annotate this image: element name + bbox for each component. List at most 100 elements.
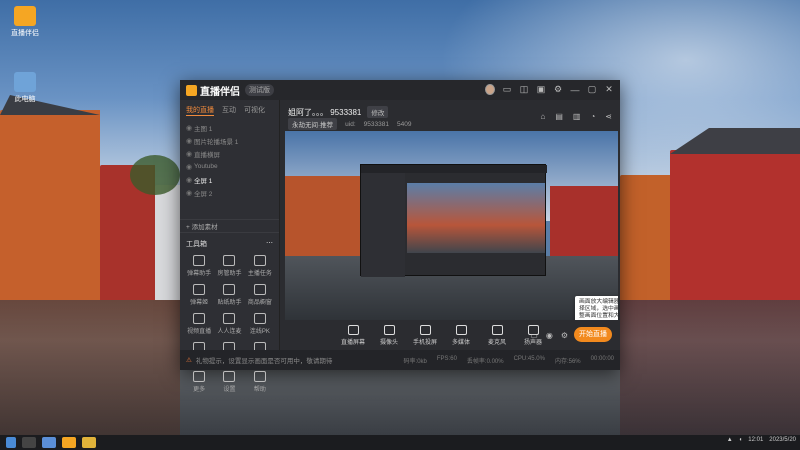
scene-item[interactable]: ◉ 全屏 2 [180, 186, 279, 199]
settings-icon[interactable]: ⚙ [553, 84, 563, 95]
eye-icon[interactable]: ◉ [186, 189, 194, 197]
room-uid-label: uid: [345, 120, 356, 128]
tool-item[interactable]: 更多 [184, 371, 214, 393]
tool-label: 人人连麦 [217, 329, 242, 335]
add-source-button[interactable]: + 添加素材 [180, 219, 279, 233]
live-preview[interactable]: 画面放大编辑器，可使用放大工具进行放大选择区域，选中画面区域后可点击编辑，可以调… [285, 131, 618, 320]
tool-item[interactable]: 商品橱窗 [245, 284, 275, 306]
tooltip: 画面放大编辑器，可使用放大工具进行放大选择区域，选中画面区域后可点击编辑，可以调… [575, 296, 618, 320]
stat-item: 00:00:00 [590, 356, 614, 362]
tool-label: 设置 [223, 387, 236, 393]
desktop-icon-label: 此电脑 [14, 96, 36, 103]
taskbar: ▲ ◖ 12:01 2023/5/20 [0, 435, 800, 450]
titlebar-controls: ▭ ◫ ▣ ⚙ — ▢ ✕ [485, 84, 614, 95]
tab-interaction[interactable]: 互动 [222, 105, 236, 116]
eye-icon[interactable]: ◉ [186, 124, 194, 132]
tool-item[interactable]: 弹幕助手 [184, 255, 214, 277]
date[interactable]: 2023/5/20 [769, 437, 796, 443]
tools-title: 工具箱 [186, 241, 207, 248]
house-left-1 [0, 110, 100, 300]
tool-item[interactable]: 主播任务 [245, 255, 275, 277]
share-screen-icon[interactable]: ▤ [555, 112, 563, 121]
modify-button[interactable]: 修改 [367, 106, 389, 118]
tool-item[interactable]: 房管助手 [214, 255, 244, 277]
tab-my-live[interactable]: 我的直播 [186, 105, 214, 116]
tool-item[interactable]: 设置 [214, 371, 244, 393]
room-category[interactable]: 永劫无间·推荐 [288, 118, 338, 130]
desktop-icon-app[interactable]: 直播伴侣 [6, 6, 44, 38]
scene-item[interactable]: ◉ Youtube [180, 160, 279, 173]
stats-bar: 码率:0kb FPS:60 丢帧率:0.00% CPU:45.0% 内存:56% 00:0… [404, 356, 614, 365]
help-icon [253, 371, 266, 382]
bottom-right-icons: ▭ ◉ ⚙ [530, 331, 568, 340]
bottom-tool-label: 多媒体 [451, 339, 470, 346]
scene-item[interactable]: ◉ 直播横屏 [180, 147, 279, 160]
bottom-tool[interactable]: 直播屏幕 [340, 324, 366, 346]
tool-label: 商品橱窗 [247, 300, 272, 306]
bottom-tool-label: 摄像头 [379, 339, 398, 346]
tool-item[interactable]: 帮助 [245, 371, 275, 393]
room-title: 姐阿了。。。 9533381 修改 [288, 106, 389, 118]
tool-item[interactable]: 视频直播 [184, 313, 214, 335]
bottom-tool[interactable]: 摄像头 [376, 324, 402, 346]
header-icons: ⌂ ▤ ▥ ◔ ⋖ [540, 112, 612, 121]
shop-icon[interactable]: ▣ [536, 84, 546, 95]
minimize-icon[interactable]: — [570, 85, 580, 95]
computer-icon [14, 72, 36, 92]
user-icon [223, 255, 236, 266]
tab-visual[interactable]: 可视化 [244, 105, 265, 116]
gift-icon[interactable]: ◫ [519, 84, 529, 95]
layout-icon[interactable]: ▥ [573, 112, 581, 121]
maximize-icon[interactable]: ▢ [587, 84, 597, 95]
explorer-icon[interactable] [42, 437, 56, 448]
scene-item[interactable]: ◉ 主图 1 [180, 121, 279, 134]
bell-icon[interactable]: ◔ [590, 112, 595, 121]
close-icon[interactable]: ✕ [604, 84, 614, 95]
followers-count: 5409 [396, 120, 412, 128]
share-icon[interactable]: ⋖ [605, 112, 612, 121]
bottom-tool[interactable]: 多媒体 [448, 324, 474, 346]
bottom-tool[interactable]: 麦克风 [484, 324, 510, 346]
record-icon[interactable]: ▭ [530, 331, 538, 340]
stat-item: 丢帧率:0.00% [466, 359, 504, 365]
desktop-icon-label: 直播伴侣 [11, 30, 39, 37]
desktop-icon-computer[interactable]: 此电脑 [6, 72, 44, 104]
room-subinfo: 永劫无间·推荐 uid: 9533381 5409 [288, 118, 411, 130]
tool-item[interactable]: 人人连麦 [214, 313, 244, 335]
app-taskbar-icon[interactable] [62, 437, 76, 448]
app2-taskbar-icon[interactable] [82, 437, 96, 448]
tools-header: 工具箱 ⋯ [180, 233, 279, 253]
house-right-2 [670, 150, 800, 300]
eye-icon[interactable]: ◉ [186, 163, 194, 171]
eye-icon[interactable]: ◉ [546, 331, 553, 340]
gear-icon[interactable]: ⚙ [561, 331, 568, 340]
clock[interactable]: 12:01 [748, 437, 763, 443]
preview-houses-left [285, 176, 360, 261]
network-icon[interactable]: ▲ [727, 437, 733, 443]
lock-icon[interactable]: ⌂ [540, 112, 545, 121]
avatar[interactable] [485, 84, 495, 95]
bottom-tool[interactable]: 手机投屏 [412, 324, 438, 346]
tool-item[interactable]: 贴纸助手 [214, 284, 244, 306]
volume-icon[interactable]: ◖ [739, 437, 743, 443]
scene-item[interactable]: ◉ 图片轮播场景 1 [180, 134, 279, 147]
start-live-button[interactable]: 开始直播 [574, 327, 612, 342]
more-icon[interactable]: ⋯ [266, 239, 273, 249]
house-right-1 [620, 175, 670, 300]
stat-item: FPS:60 [436, 356, 457, 362]
app-name: 直播伴侣 [200, 86, 240, 98]
nested-view [407, 183, 545, 253]
bottom-toolbar: 直播屏幕 摄像头 手机投屏 多媒体 麦克风 扬声器 [280, 320, 620, 350]
search-icon[interactable] [22, 437, 36, 448]
eye-icon[interactable]: ◉ [186, 150, 194, 158]
tool-item[interactable]: 连线PK [245, 313, 275, 335]
eye-icon[interactable]: ◉ [186, 137, 194, 145]
scene-item-selected[interactable]: ◉ 全屏 1 [180, 173, 279, 186]
status-warning: 礼物提示，设置显示画面是否可用中，敬请期待 [195, 358, 333, 365]
danmu-icon [193, 255, 206, 266]
eye-icon[interactable]: ◉ [186, 176, 194, 184]
windows-start-icon[interactable] [6, 437, 16, 448]
tool-item[interactable]: 弹幕姬 [184, 284, 214, 306]
tool-label: 更多 [193, 387, 206, 393]
message-icon[interactable]: ▭ [502, 84, 512, 95]
